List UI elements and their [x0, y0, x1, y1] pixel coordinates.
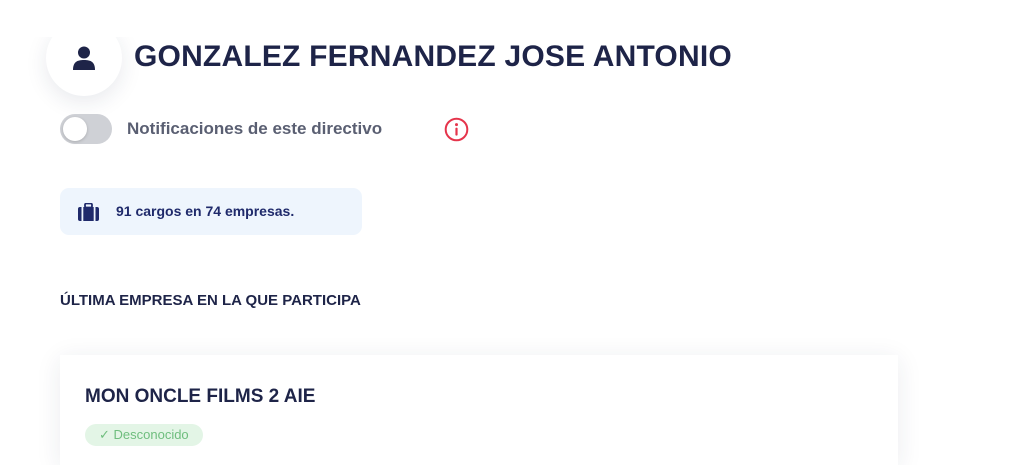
section-heading: ÚLTIMA EMPRESA EN LA QUE PARTICIPA	[60, 292, 361, 309]
briefcase-icon	[78, 203, 99, 221]
info-icon[interactable]	[444, 117, 469, 142]
company-card[interactable]: MON ONCLE FILMS 2 AIE ✓ Desconocido	[60, 355, 898, 465]
notifications-label: Notificaciones de este directivo	[127, 119, 383, 138]
summary-box: 91 cargos en 74 empresas.	[60, 188, 362, 235]
toggle-knob	[63, 117, 87, 141]
company-name[interactable]: MON ONCLE FILMS 2 AIE	[85, 385, 315, 409]
page-title: GONZALEZ FERNANDEZ JOSE ANTONIO	[134, 40, 732, 73]
notifications-toggle[interactable]	[60, 114, 112, 144]
user-icon	[73, 46, 95, 70]
header-overlay	[0, 0, 1024, 37]
summary-text: 91 cargos en 74 empresas.	[116, 203, 295, 219]
status-badge: ✓ Desconocido	[85, 424, 203, 446]
